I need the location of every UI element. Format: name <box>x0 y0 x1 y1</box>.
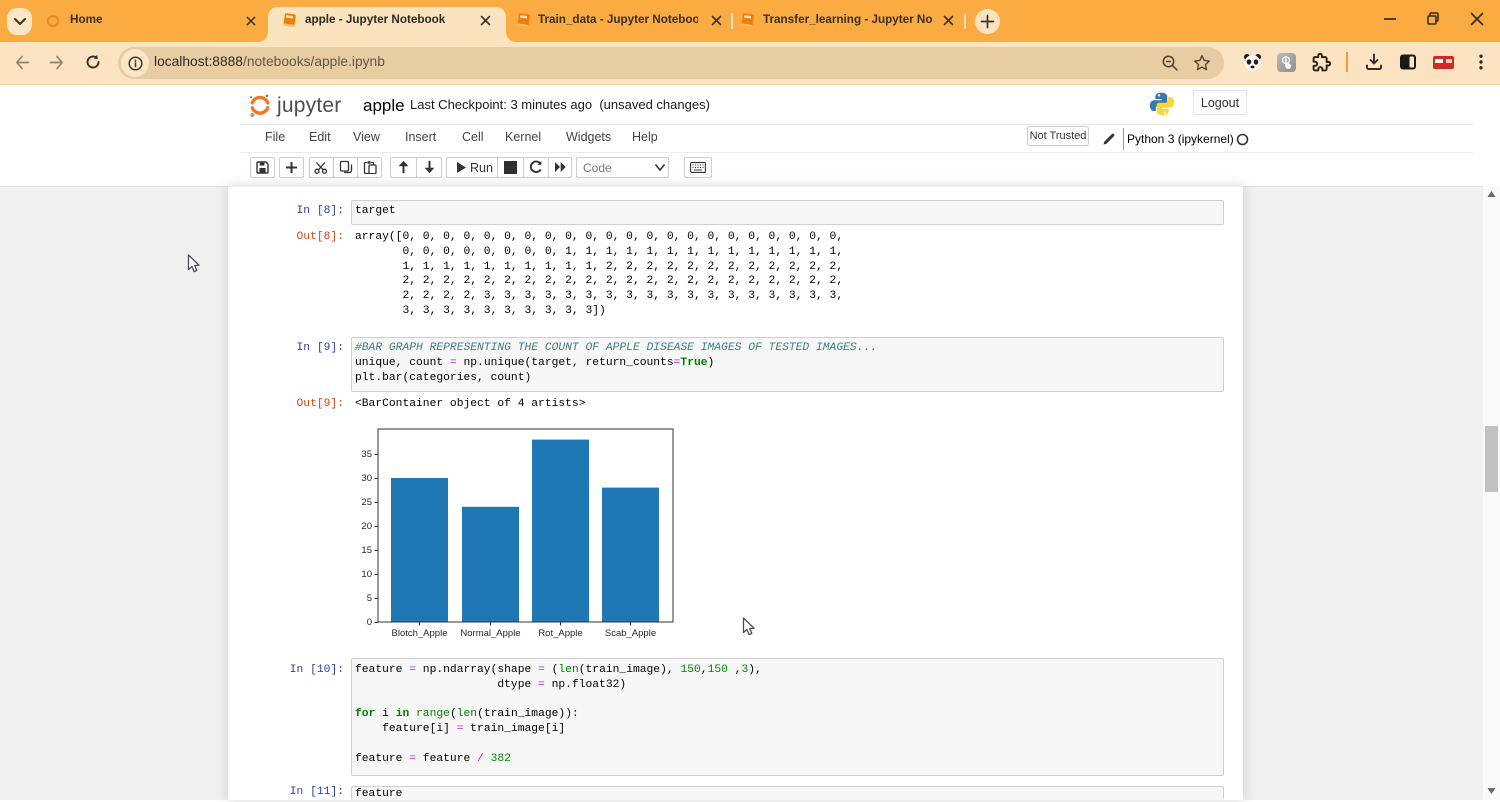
svg-text:10: 10 <box>361 569 372 580</box>
svg-text:0: 0 <box>367 617 372 628</box>
svg-text:Blotch_Apple: Blotch_Apple <box>392 628 448 639</box>
svg-text:Scab_Apple: Scab_Apple <box>605 628 656 639</box>
svg-text:20: 20 <box>361 521 372 532</box>
svg-text:35: 35 <box>361 449 372 460</box>
svg-text:Normal_Apple: Normal_Apple <box>460 628 520 639</box>
svg-text:Rot_Apple: Rot_Apple <box>538 628 582 639</box>
svg-text:5: 5 <box>367 593 372 604</box>
svg-text:25: 25 <box>361 497 372 508</box>
svg-text:30: 30 <box>361 473 372 484</box>
svg-text:15: 15 <box>361 545 372 556</box>
